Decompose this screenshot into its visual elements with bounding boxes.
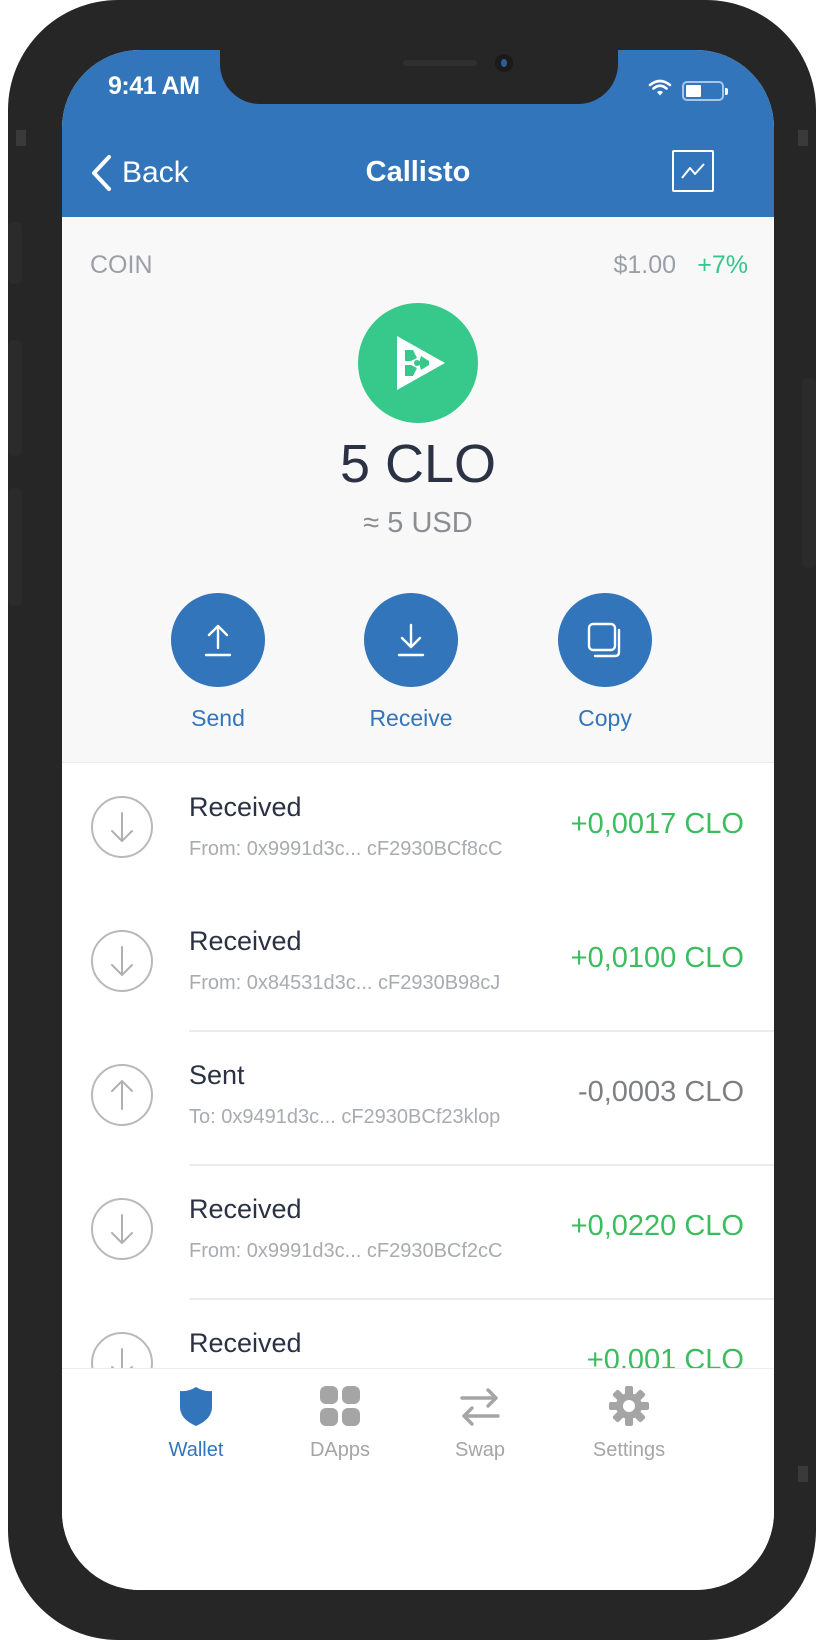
receive-button[interactable]: Receive <box>341 593 481 732</box>
line-chart-icon <box>681 163 705 179</box>
tab-label: Swap <box>454 1439 506 1461</box>
swap-arrows-icon <box>460 1388 500 1426</box>
transaction-amount: +0,001 CLO <box>586 1344 744 1368</box>
antenna-band <box>16 130 26 146</box>
tab-bar: Wallet DApps Swap Settings <box>62 1368 774 1590</box>
volume-down-button <box>8 488 22 606</box>
upload-arrow-icon <box>204 624 232 657</box>
back-button[interactable]: Back <box>90 154 189 192</box>
mute-switch <box>8 222 22 284</box>
grid-icon <box>320 1386 360 1426</box>
tab-label: Settings <box>592 1439 666 1461</box>
volume-up-button <box>8 340 22 456</box>
received-arrow-icon <box>91 796 153 858</box>
coin-type-label: COIN <box>90 251 153 279</box>
transaction-amount: +0,0220 CLO <box>570 1210 744 1242</box>
antenna-band <box>798 130 808 146</box>
transaction-address: To: 0x9491d3c... cF2930BCf23klop <box>189 1106 501 1128</box>
wifi-icon <box>648 79 672 96</box>
transaction-address: From: 0x9991d3c... cF2930BCf2cC <box>189 1240 503 1262</box>
transaction-row[interactable]: Received From: 0x9991d3c... cF2930BCf8cC… <box>62 764 774 898</box>
speaker-grille <box>403 60 477 66</box>
back-label: Back <box>122 156 189 189</box>
transaction-address: From: 0x84531d3c... cF2930B98cJ <box>189 972 501 994</box>
tab-wallet[interactable]: Wallet <box>136 1385 256 1462</box>
transaction-type: Sent <box>189 1060 245 1090</box>
download-arrow-icon <box>397 623 425 657</box>
device-notch <box>220 50 618 104</box>
transaction-address: From: 0x9991d3c... cF2930BCf8cC <box>189 838 503 860</box>
sent-arrow-icon <box>91 1064 153 1126</box>
received-arrow-icon <box>91 930 153 992</box>
tab-label: DApps <box>309 1439 371 1461</box>
price-change: +7% <box>697 251 748 279</box>
tab-dapps[interactable]: DApps <box>280 1385 400 1462</box>
coin-summary: COIN $1.00 +7% 5 CLO ≈ 5 USD Send Receiv… <box>62 217 774 763</box>
transaction-row[interactable]: Received From: 0x9991d3c... cF2930BCf2cC… <box>62 1166 774 1300</box>
copy-icon <box>587 622 621 658</box>
antenna-band <box>798 1466 808 1482</box>
fiat-balance: ≈ 5 USD <box>363 507 473 539</box>
transaction-amount: -0,0003 CLO <box>577 1076 744 1108</box>
transaction-type: Received <box>189 926 302 956</box>
transaction-list: Received From: 0x9991d3c... cF2930BCf8cC… <box>62 764 774 1368</box>
copy-button[interactable]: Copy <box>535 593 675 732</box>
transaction-row[interactable]: Received From: 0x84531d3c... cF2930B98cJ… <box>62 898 774 1032</box>
transaction-amount: +0,0100 CLO <box>570 942 744 974</box>
received-arrow-icon <box>91 1198 153 1260</box>
send-button[interactable]: Send <box>148 593 288 732</box>
screen: 9:41 AM Back Callisto COIN $1.00 +7% 5 C… <box>62 50 774 1590</box>
callisto-logo-icon <box>358 303 478 423</box>
tab-settings[interactable]: Settings <box>569 1385 689 1462</box>
receive-label: Receive <box>369 705 453 731</box>
coin-balance: 5 CLO <box>339 434 497 494</box>
send-label: Send <box>191 705 245 731</box>
power-button <box>802 378 816 568</box>
phone-frame: 9:41 AM Back Callisto COIN $1.00 +7% 5 C… <box>8 0 816 1640</box>
gear-icon <box>609 1386 649 1426</box>
transaction-row[interactable]: Sent To: 0x9491d3c... cF2930BCf23klop -0… <box>62 1032 774 1166</box>
tab-swap[interactable]: Swap <box>420 1385 540 1462</box>
coin-price: $1.00 <box>613 251 676 279</box>
camera-icon <box>495 54 513 72</box>
chevron-left-icon <box>92 155 111 191</box>
tab-label: Wallet <box>168 1439 224 1461</box>
shield-icon <box>180 1387 212 1426</box>
status-time: 9:41 AM <box>108 72 200 100</box>
nav-header: 9:41 AM Back Callisto <box>62 50 774 217</box>
transaction-type: Received <box>189 1194 302 1224</box>
action-buttons: Send Receive Copy <box>62 593 774 743</box>
transaction-row[interactable]: Received From: 0x9991d3c... cF2930BCf238… <box>62 1300 774 1368</box>
copy-label: Copy <box>578 705 632 731</box>
received-arrow-icon <box>91 1332 153 1368</box>
transaction-amount: +0,0017 CLO <box>570 808 744 840</box>
battery-icon <box>682 81 728 101</box>
transaction-type: Received <box>189 792 302 822</box>
price-chart-button[interactable] <box>672 150 714 192</box>
transaction-type: Received <box>189 1328 302 1358</box>
